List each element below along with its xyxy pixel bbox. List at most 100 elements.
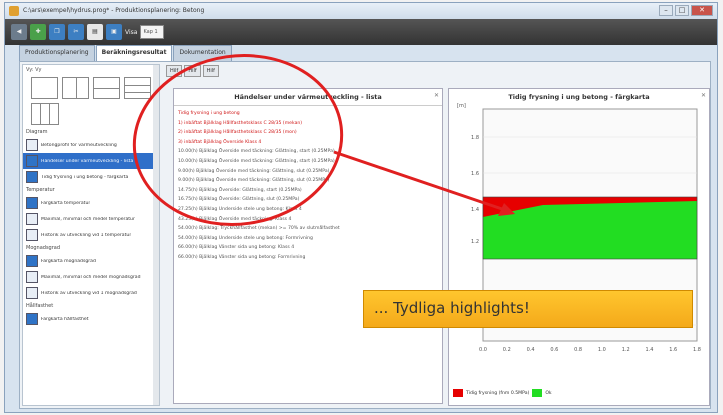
copy-icon[interactable]: ❐ [49, 24, 65, 40]
y-tick-label: 1.4 [471, 207, 479, 213]
sidebar-item-maturity-history[interactable]: Historik av utveckling vid 1 mognadsgrad [23, 285, 159, 301]
event-list: Tidig frysning i ung betong 1) inbäftat B… [174, 106, 442, 266]
section-diagram: Diagram [26, 129, 48, 135]
section-mognadsgrad: Mognadsgrad [26, 245, 61, 251]
tab-produktionsplanering[interactable]: Produktionsplanering [19, 45, 95, 61]
x-tick-label: 0.0 [479, 347, 487, 353]
chart-thumbnail-icon [26, 139, 38, 151]
view-label: Visa [125, 28, 138, 36]
event-list-item[interactable]: 2) inbäftat Bjälklag Hållfasthetsklass C… [178, 128, 438, 138]
close-button[interactable]: ✕ [691, 5, 713, 16]
event-list-item[interactable]: 3) inbäftat Bjälklag Överside Klass 4 [178, 138, 438, 148]
legend-label-frost: Tidig frysning (fnm 0.5MPa) [466, 390, 530, 396]
subtab-2[interactable]: Hilf [184, 65, 201, 77]
x-tick-label: 1.2 [622, 347, 630, 353]
toolbar-group: ◀ ✚ ❐ ✂ ▤ ▣ Visa Kap 1 [11, 24, 165, 40]
sidebar-item-temp-minmax[interactable]: Maximal, minimal och medel temperatur [23, 211, 159, 227]
layout-three-rows-button[interactable] [124, 77, 151, 99]
save-icon[interactable]: ▣ [106, 24, 122, 40]
x-tick-label: 1.0 [598, 347, 606, 353]
sidebar-item-maturity-minmax[interactable]: Maximal, minimal och medel mognadsgrad [23, 269, 159, 285]
view-subtabs: Hilf Hilf Hilf [166, 65, 219, 77]
chart-thumbnail-icon [26, 213, 38, 225]
tab-dokumentation[interactable]: Dokumentation [173, 45, 232, 61]
chart-thumbnail-icon [26, 287, 38, 299]
sidebar-scrollbar[interactable] [153, 65, 159, 405]
x-tick-label: 1.4 [645, 347, 653, 353]
cut-icon[interactable]: ✂ [68, 24, 84, 40]
new-icon[interactable]: ✚ [30, 24, 46, 40]
sidebar-item-label: Historik av utveckling vid 1 mognadsgrad [41, 290, 137, 296]
chart-thumbnail-icon [26, 271, 38, 283]
view-sidebar: Vy: Vy Diagram Betongprofil för värmeutv… [22, 64, 160, 406]
chart-legend: Tidig frysning (fnm 0.5MPa) Ok [453, 389, 552, 397]
document-icon[interactable]: ▤ [87, 24, 103, 40]
sidebar-item-label: Färgkarta temperatur [41, 200, 91, 206]
sidebar-item-handelser[interactable]: Händelser under värmeutveckling - lista [23, 153, 159, 169]
results-panel: Vy: Vy Diagram Betongprofil för värmeutv… [19, 61, 711, 409]
highlight-callout: ... Tydliga highlights! [363, 290, 693, 328]
y-unit-label: [m] [457, 103, 466, 109]
event-list-item[interactable]: 43.25(h) Bjälklag Överside med täckning:… [178, 215, 438, 225]
layout-three-columns-button[interactable] [31, 103, 59, 125]
colormap-chart-pane: Tidig frysning i ung betong - färgkarta … [448, 88, 710, 406]
layout-single-button[interactable] [31, 77, 58, 99]
minimize-button[interactable]: – [659, 5, 673, 16]
sidebar-item-maturity-colormap[interactable]: Färgkarta mognadsgrad [23, 253, 159, 269]
legend-swatch-ok [532, 389, 543, 397]
subtab-3[interactable]: Hilf [202, 65, 219, 77]
legend-label-ok: Ok [545, 390, 552, 396]
y-tick-label: 1.8 [471, 135, 479, 141]
window-title: C:\ars\exempel\hydrus.prog* - Produktion… [23, 7, 205, 14]
callout-text: ... Tydliga highlights! [374, 299, 530, 317]
event-list-item[interactable]: 16.75(h) Bjälklag Överside: Glättning, s… [178, 195, 438, 205]
event-list-item[interactable]: 66.00(h) Bjälklag Vänster sida ung beton… [178, 243, 438, 253]
back-icon[interactable]: ◀ [11, 24, 27, 40]
event-list-item[interactable]: 27.25(h) Bjälklag Underside stele ung be… [178, 205, 438, 215]
sidebar-item-label: Maximal, minimal och medel temperatur [41, 216, 135, 222]
window-controls: – □ ✕ [659, 5, 713, 16]
event-list-item[interactable]: 54.00(h) Bjälklag Underside stele ung be… [178, 234, 438, 244]
event-list-item[interactable]: 10.00(h) Bjälklag Överside med täckning:… [178, 157, 438, 167]
x-tick-label: 0.8 [574, 347, 582, 353]
event-list-item[interactable]: 9.00(h) Bjälklag Överside med täckning: … [178, 176, 438, 186]
section-hallfasthet: Hållfasthet [26, 303, 54, 309]
colormap-thumbnail-icon [26, 171, 38, 183]
tab-berakningsresultat[interactable]: Beräkningsresultat [95, 45, 173, 61]
sidebar-item-label: Färgkarta hållfasthet [41, 316, 89, 322]
level-field[interactable]: Kap 1 [140, 25, 165, 39]
event-list-item[interactable]: 1) inbäftat Bjälklag Hållfasthetsklass C… [178, 119, 438, 129]
event-list-pane: Händelser under värmeutveckling - lista … [173, 88, 443, 404]
sidebar-item-strength-colormap[interactable]: Färgkarta hållfasthet [23, 311, 159, 327]
list-thumbnail-icon [26, 155, 38, 167]
sidebar-item-temp-history[interactable]: Historik av utveckling vid 1 temperatur [23, 227, 159, 243]
section-temperatur: Temperatur [26, 187, 55, 193]
subtab-1[interactable]: Hilf [166, 65, 183, 77]
event-list-item[interactable]: 10.00(h) Bjälklag Överside med täckning:… [178, 147, 438, 157]
main-tabs: Produktionsplanering Beräkningsresultat … [19, 45, 233, 61]
event-list-item[interactable]: 9.00(h) Bjälklag Överside med täckning: … [178, 167, 438, 177]
x-tick-label: 1.6 [669, 347, 677, 353]
x-tick-label: 1.8 [693, 347, 701, 353]
x-tick-label: 0.2 [503, 347, 511, 353]
layout-heading: Vy: Vy [26, 67, 42, 73]
event-list-item[interactable]: Tidig frysning i ung betong [178, 109, 438, 119]
colormap-thumbnail-icon [26, 313, 38, 325]
sidebar-item-tidig-frysning[interactable]: Tidig frysning i ung betong - färgkarta [23, 169, 159, 185]
main-toolbar: ◀ ✚ ❐ ✂ ▤ ▣ Visa Kap 1 [5, 19, 717, 45]
sidebar-item-betongprofil[interactable]: Betongprofil för värmeutveckling [23, 137, 159, 153]
x-tick-label: 0.6 [550, 347, 558, 353]
maximize-button[interactable]: □ [675, 5, 689, 16]
title-bar: C:\ars\exempel\hydrus.prog* - Produktion… [5, 3, 717, 19]
event-list-item[interactable]: 14.75(h) Bjälklag Överside: Glättning, s… [178, 186, 438, 196]
event-list-item[interactable]: 66.00(h) Bjälklag Vänster sida ung beton… [178, 253, 438, 263]
sidebar-item-temp-colormap[interactable]: Färgkarta temperatur [23, 195, 159, 211]
layout-two-rows-button[interactable] [93, 77, 120, 99]
sidebar-item-label: Maximal, minimal och medel mognadsgrad [41, 274, 141, 280]
sidebar-item-label: Händelser under värmeutveckling - lista [41, 158, 134, 164]
x-tick-label: 0.4 [527, 347, 535, 353]
close-icon[interactable]: ✕ [434, 92, 439, 99]
colormap-thumbnail-icon [26, 197, 38, 209]
event-list-item[interactable]: 54.00(h) Bjälklag: Tryckhållfasthet (mek… [178, 224, 438, 234]
layout-two-columns-button[interactable] [62, 77, 89, 99]
